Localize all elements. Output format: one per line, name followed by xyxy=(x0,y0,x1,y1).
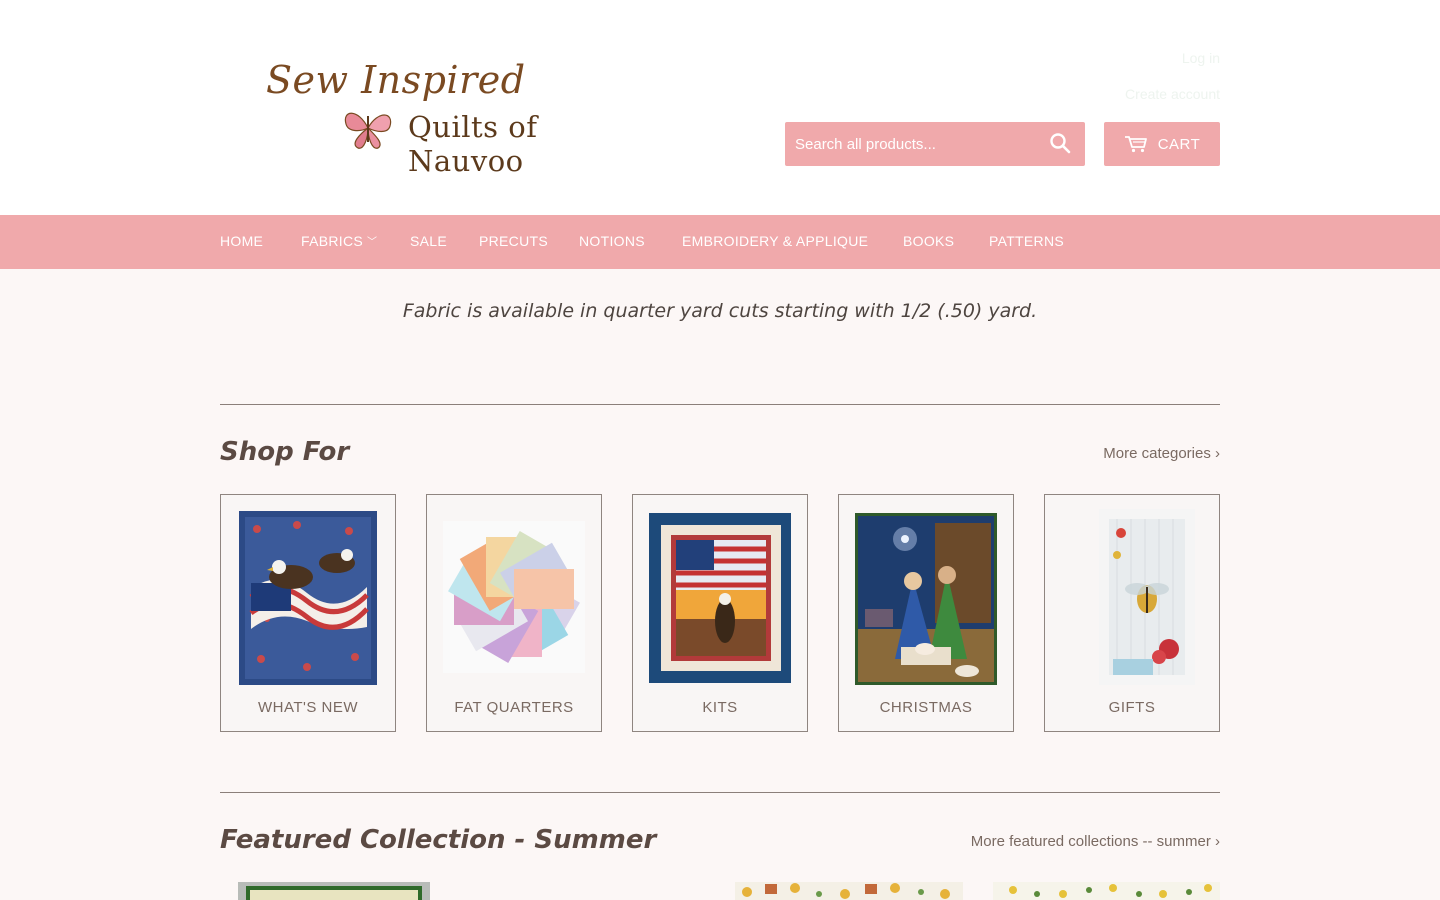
category-card-christmas[interactable]: CHRISTMAS xyxy=(838,494,1014,732)
whats-new-image xyxy=(239,511,377,685)
shop-for-title: Shop For xyxy=(220,437,350,467)
search-icon xyxy=(1050,132,1071,153)
cart-icon xyxy=(1124,136,1147,153)
create-account-link[interactable]: Create account xyxy=(1125,86,1220,102)
category-card-kits[interactable]: KITS xyxy=(632,494,808,732)
card-label: KITS xyxy=(702,699,738,716)
logo-serif-text: Quilts of Nauvoo xyxy=(408,110,538,178)
search-button[interactable] xyxy=(1043,128,1077,160)
card-label: GIFTS xyxy=(1108,699,1156,716)
search-input[interactable] xyxy=(785,122,1045,166)
category-card-whats-new[interactable]: WHAT'S NEW xyxy=(220,494,396,732)
main-nav: HOME FABRICS ﹀ SALE PRECUTS NOTIONS EMBRO… xyxy=(0,215,1440,269)
more-categories-link[interactable]: More categories › xyxy=(1103,445,1220,462)
featured-collection-title: Featured Collection - Summer xyxy=(220,825,657,855)
fat-quarters-image xyxy=(443,521,585,673)
nav-item-fabrics[interactable]: FABRICS ﹀ xyxy=(301,233,377,249)
cart-button[interactable]: CART xyxy=(1104,122,1220,166)
kits-image xyxy=(649,513,791,683)
divider xyxy=(220,404,1220,405)
nav-item-notions[interactable]: NOTIONS xyxy=(579,233,645,249)
nav-item-home[interactable]: HOME xyxy=(220,233,263,249)
fabric-notice: Fabric is available in quarter yard cuts… xyxy=(402,300,1038,322)
site-header: Sew Inspired Quilts of Nauvoo Log in Cre… xyxy=(0,0,1440,215)
card-label: FAT QUARTERS xyxy=(454,699,574,716)
butterfly-icon xyxy=(344,112,392,149)
category-card-gifts[interactable]: GIFTS xyxy=(1044,494,1220,732)
featured-product-image-2[interactable] xyxy=(735,882,963,900)
logo-script-text: Sew Inspired xyxy=(266,58,526,102)
category-card-fat-quarters[interactable]: FAT QUARTERS xyxy=(426,494,602,732)
nav-item-precuts[interactable]: PRECUTS xyxy=(479,233,548,249)
nav-item-patterns[interactable]: PATTERNS xyxy=(989,233,1064,249)
divider xyxy=(220,792,1220,793)
chevron-down-icon: ﹀ xyxy=(367,237,378,248)
cart-label: CART xyxy=(1157,135,1201,153)
more-featured-collections-link[interactable]: More featured collections -- summer › xyxy=(971,833,1220,850)
store-logo[interactable]: Sew Inspired Quilts of Nauvoo xyxy=(262,58,662,178)
card-label: WHAT'S NEW xyxy=(257,699,359,716)
featured-product-image-3[interactable] xyxy=(993,882,1220,900)
nav-item-fabrics-label: FABRICS xyxy=(301,233,364,249)
nav-item-embroidery[interactable]: EMBROIDERY & APPLIQUE xyxy=(682,233,868,249)
nav-item-sale[interactable]: SALE xyxy=(410,233,447,249)
christmas-image xyxy=(855,513,997,685)
login-link[interactable]: Log in xyxy=(1182,50,1220,66)
nav-item-books[interactable]: BOOKS xyxy=(903,233,954,249)
search-form xyxy=(785,122,1085,166)
featured-product-image-1[interactable] xyxy=(238,882,430,900)
gifts-image xyxy=(1099,509,1195,685)
card-label: CHRISTMAS xyxy=(879,699,973,716)
